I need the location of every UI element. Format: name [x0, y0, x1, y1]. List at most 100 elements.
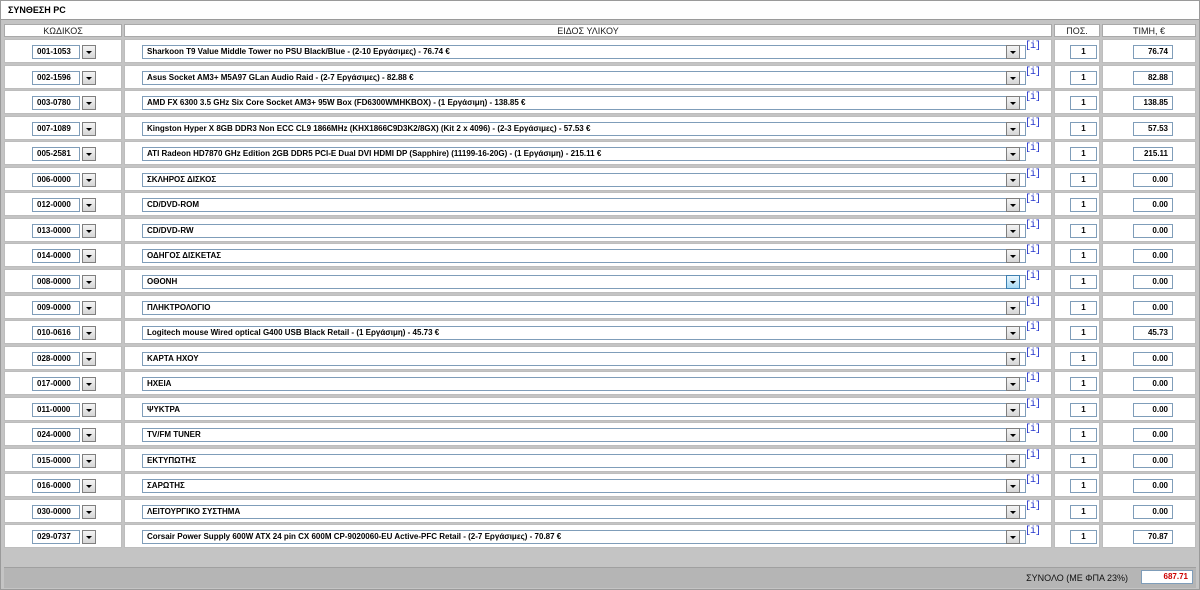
- chevron-down-icon[interactable]: [1006, 249, 1020, 264]
- quantity-input[interactable]: 1: [1070, 45, 1097, 59]
- quantity-input[interactable]: 1: [1070, 249, 1097, 264]
- code-select[interactable]: 014-0000: [32, 249, 80, 264]
- info-icon[interactable]: [i]: [1025, 450, 1041, 461]
- quantity-input[interactable]: 1: [1070, 172, 1097, 187]
- item-select[interactable]: CD/DVD-RW: [142, 223, 1026, 238]
- chevron-down-icon[interactable]: [1006, 530, 1020, 545]
- chevron-down-icon[interactable]: [1006, 453, 1020, 468]
- chevron-down-icon[interactable]: [1006, 223, 1020, 238]
- chevron-down-icon[interactable]: [1006, 504, 1020, 519]
- quantity-input[interactable]: 1: [1070, 402, 1097, 417]
- quantity-input[interactable]: 1: [1070, 274, 1097, 289]
- item-select[interactable]: TV/FM TUNER: [142, 428, 1026, 443]
- info-icon[interactable]: [i]: [1025, 348, 1041, 359]
- item-select[interactable]: ΗΧΕΙΑ: [142, 377, 1026, 392]
- quantity-input[interactable]: 1: [1070, 147, 1097, 162]
- code-select[interactable]: 003-0780: [32, 96, 80, 111]
- chevron-down-icon[interactable]: [1006, 402, 1020, 417]
- code-select[interactable]: 005-2581: [32, 147, 80, 162]
- info-icon[interactable]: [i]: [1025, 399, 1041, 410]
- info-icon[interactable]: [i]: [1025, 501, 1041, 512]
- info-icon[interactable]: [i]: [1025, 92, 1041, 103]
- item-select[interactable]: ΛΕΙΤΟΥΡΓΙΚΟ ΣΥΣΤΗΜΑ: [142, 504, 1026, 519]
- info-icon[interactable]: [i]: [1025, 67, 1041, 78]
- quantity-input[interactable]: 1: [1070, 198, 1097, 213]
- quantity-input[interactable]: 1: [1070, 70, 1097, 85]
- chevron-down-icon[interactable]: [1006, 428, 1020, 443]
- chevron-down-icon[interactable]: [82, 326, 96, 341]
- quantity-input[interactable]: 1: [1070, 377, 1097, 392]
- info-icon[interactable]: [i]: [1025, 118, 1041, 129]
- code-select[interactable]: 002-1596: [32, 70, 80, 85]
- item-select[interactable]: CD/DVD-ROM: [142, 198, 1026, 213]
- quantity-input[interactable]: 1: [1070, 351, 1097, 366]
- info-icon[interactable]: [i]: [1025, 373, 1041, 384]
- chevron-down-icon[interactable]: [82, 274, 96, 289]
- chevron-down-icon[interactable]: [82, 402, 96, 417]
- chevron-down-icon[interactable]: [82, 530, 96, 545]
- code-select[interactable]: 007-1089: [32, 121, 80, 136]
- info-icon[interactable]: [i]: [1025, 322, 1041, 333]
- info-icon[interactable]: [i]: [1025, 475, 1041, 486]
- info-icon[interactable]: [i]: [1025, 143, 1041, 154]
- item-select[interactable]: ΨΥΚΤΡΑ: [142, 402, 1026, 417]
- code-select[interactable]: 006-0000: [32, 172, 80, 187]
- info-icon[interactable]: [i]: [1025, 297, 1041, 308]
- chevron-down-icon[interactable]: [82, 351, 96, 366]
- item-select[interactable]: ΕΚΤΥΠΩΤΗΣ: [142, 453, 1026, 468]
- info-icon[interactable]: [i]: [1025, 194, 1041, 205]
- quantity-input[interactable]: 1: [1070, 96, 1097, 111]
- chevron-down-icon[interactable]: [82, 198, 96, 213]
- info-icon[interactable]: [i]: [1025, 424, 1041, 435]
- item-select[interactable]: ΟΔΗΓΟΣ ΔΙΣΚΕΤΑΣ: [142, 249, 1026, 264]
- item-select[interactable]: ΠΛΗΚΤΡΟΛΟΓΙΟ: [142, 300, 1026, 315]
- item-select[interactable]: ΣΚΛΗΡΟΣ ΔΙΣΚΟΣ: [142, 172, 1026, 187]
- item-select[interactable]: Kingston Hyper X 8GB DDR3 Non ECC CL9 18…: [142, 121, 1026, 136]
- code-select[interactable]: 028-0000: [32, 351, 80, 366]
- chevron-down-icon[interactable]: [1006, 96, 1020, 111]
- chevron-down-icon[interactable]: [82, 377, 96, 392]
- item-select[interactable]: AMD FX 6300 3.5 GHz Six Core Socket AM3+…: [142, 96, 1026, 111]
- chevron-down-icon[interactable]: [1006, 172, 1020, 187]
- item-select[interactable]: Corsair Power Supply 600W ATX 24 pin CX …: [142, 530, 1026, 545]
- chevron-down-icon[interactable]: [1006, 479, 1020, 494]
- code-select[interactable]: 010-0616: [32, 326, 80, 341]
- quantity-input[interactable]: 1: [1070, 121, 1097, 136]
- code-select[interactable]: 013-0000: [32, 223, 80, 238]
- item-select[interactable]: ΣΑΡΩΤΗΣ: [142, 479, 1026, 494]
- quantity-input[interactable]: 1: [1070, 530, 1097, 545]
- code-select[interactable]: 016-0000: [32, 479, 80, 494]
- chevron-down-icon[interactable]: [82, 223, 96, 238]
- item-select[interactable]: Sharkoon T9 Value Middle Tower no PSU Bl…: [142, 45, 1026, 59]
- code-select[interactable]: 015-0000: [32, 453, 80, 468]
- chevron-down-icon[interactable]: [82, 249, 96, 264]
- info-icon[interactable]: [i]: [1025, 526, 1041, 537]
- chevron-down-icon[interactable]: [82, 300, 96, 315]
- code-select[interactable]: 024-0000: [32, 428, 80, 443]
- chevron-down-icon[interactable]: [82, 121, 96, 136]
- quantity-input[interactable]: 1: [1070, 428, 1097, 443]
- quantity-input[interactable]: 1: [1070, 223, 1097, 238]
- chevron-down-icon[interactable]: [82, 479, 96, 494]
- chevron-down-icon[interactable]: [1006, 300, 1020, 315]
- item-select[interactable]: Logitech mouse Wired optical G400 USB Bl…: [142, 326, 1026, 341]
- quantity-input[interactable]: 1: [1070, 300, 1097, 315]
- code-select[interactable]: 030-0000: [32, 504, 80, 519]
- chevron-down-icon[interactable]: [1006, 147, 1020, 162]
- item-select[interactable]: ΟΘΟΝΗ: [142, 274, 1026, 289]
- chevron-down-icon[interactable]: [1006, 198, 1020, 213]
- info-icon[interactable]: [i]: [1025, 169, 1041, 180]
- chevron-down-icon[interactable]: [1006, 377, 1020, 392]
- chevron-down-icon[interactable]: [1006, 326, 1020, 341]
- quantity-input[interactable]: 1: [1070, 326, 1097, 341]
- code-select[interactable]: 001-1053: [32, 45, 80, 59]
- chevron-down-icon[interactable]: [1006, 70, 1020, 85]
- code-select[interactable]: 008-0000: [32, 274, 80, 289]
- chevron-down-icon[interactable]: [82, 147, 96, 162]
- chevron-down-icon[interactable]: [82, 172, 96, 187]
- code-select[interactable]: 011-0000: [32, 402, 80, 417]
- chevron-down-icon[interactable]: [1006, 274, 1020, 289]
- item-select[interactable]: Asus Socket AM3+ M5A97 GLan Audio Raid -…: [142, 70, 1026, 85]
- code-select[interactable]: 009-0000: [32, 300, 80, 315]
- info-icon[interactable]: [i]: [1025, 245, 1041, 256]
